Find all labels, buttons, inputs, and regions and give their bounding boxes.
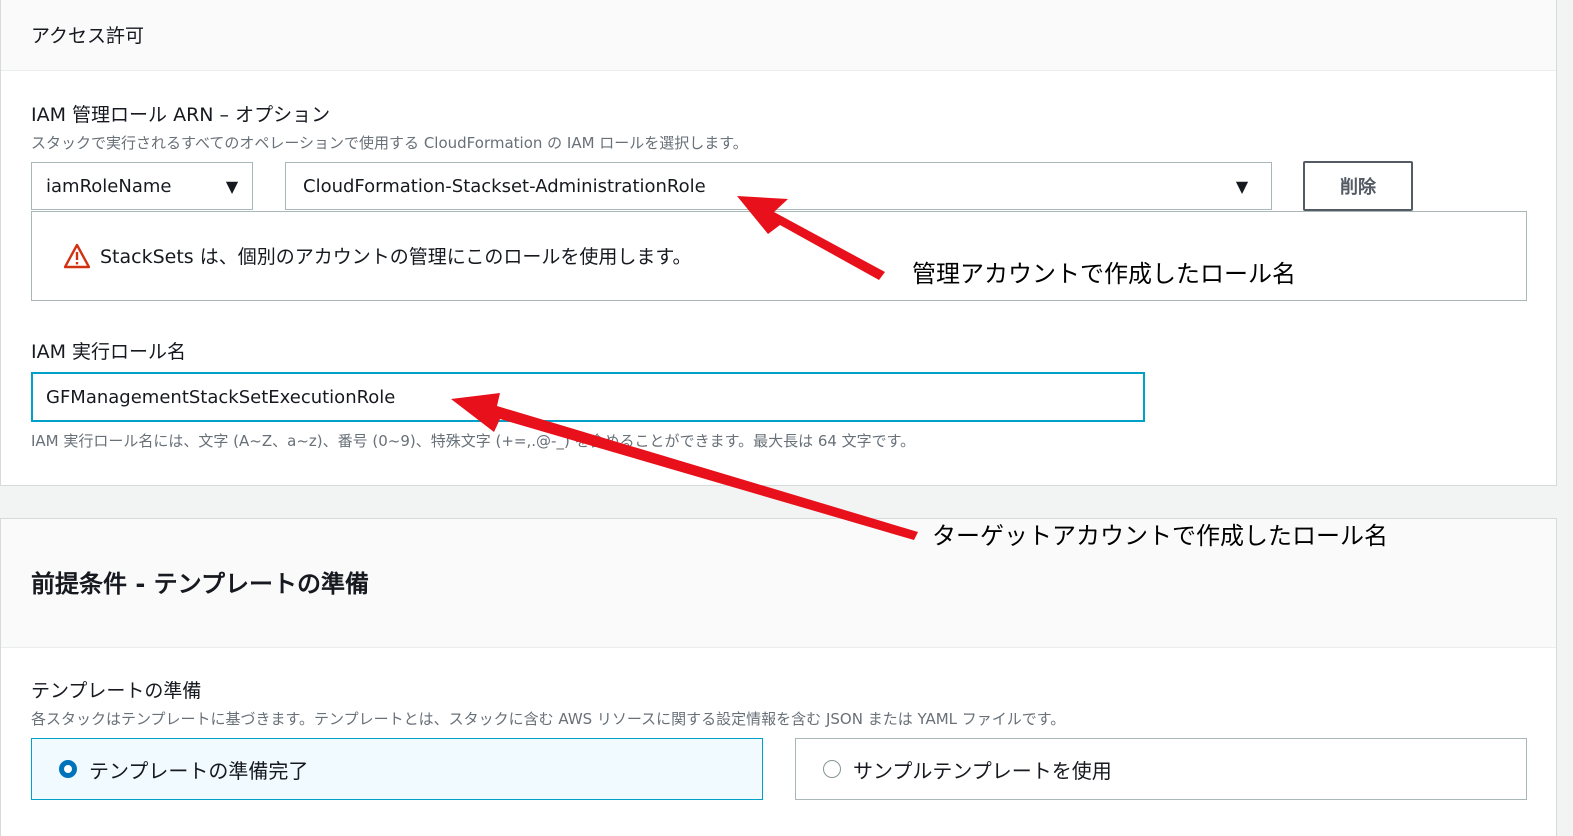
chevron-down-icon: ▼ (225, 176, 239, 196)
prereq-panel: 前提条件 - テンプレートの準備 テンプレートの準備 各スタックはテンプレートに… (0, 518, 1557, 836)
template-label: テンプレートの準備 (31, 680, 202, 702)
delete-button[interactable]: 削除 (1303, 161, 1413, 211)
admin-role-description: スタックで実行されるすべてのオペレーションで使用する CloudFormatio… (31, 134, 748, 152)
info-alert: StackSets は、個別のアカウントの管理にこのロールを使用します。 (31, 211, 1527, 301)
exec-role-label: IAM 実行ロール名 (31, 341, 187, 363)
template-ready-option[interactable]: テンプレートの準備完了 (31, 738, 763, 800)
exec-role-annotation: ターゲットアカウントで作成したロール名 (932, 522, 1388, 550)
admin-role-annotation: 管理アカウントで作成したロール名 (912, 260, 1296, 288)
sample-template-option[interactable]: サンプルテンプレートを使用 (795, 738, 1527, 800)
radio-unselected-icon[interactable] (823, 760, 841, 778)
prereq-section-title: 前提条件 - テンプレートの準備 (31, 570, 369, 598)
template-ready-label: テンプレートの準備完了 (89, 758, 309, 783)
access-panel-header: アクセス許可 (1, 0, 1556, 71)
role-type-select-value: iamRoleName (46, 175, 172, 197)
access-section-title: アクセス許可 (31, 25, 145, 47)
warning-triangle-icon (64, 243, 90, 269)
exec-role-input[interactable]: GFManagementStackSetExecutionRole (31, 372, 1145, 422)
role-type-select[interactable]: iamRoleName ▼ (31, 162, 253, 210)
access-panel: アクセス許可 IAM 管理ロール ARN – オプション スタックで実行されるす… (0, 0, 1557, 486)
exec-role-hint: IAM 実行ロール名には、文字 (A~Z、a~z)、番号 (0~9)、特殊文字 … (31, 432, 916, 450)
template-description: 各スタックはテンプレートに基づきます。テンプレートとは、スタックに含む AWS … (31, 710, 1066, 728)
chevron-down-icon: ▼ (1235, 176, 1249, 196)
radio-selected-icon[interactable] (59, 760, 77, 778)
admin-role-select[interactable]: CloudFormation-Stackset-AdministrationRo… (285, 162, 1272, 210)
admin-role-label: IAM 管理ロール ARN – オプション (31, 104, 331, 126)
alert-text: StackSets は、個別のアカウントの管理にこのロールを使用します。 (100, 245, 692, 268)
exec-role-input-value: GFManagementStackSetExecutionRole (46, 386, 396, 408)
sample-template-label: サンプルテンプレートを使用 (853, 758, 1112, 783)
admin-role-select-value: CloudFormation-Stackset-AdministrationRo… (303, 175, 706, 197)
